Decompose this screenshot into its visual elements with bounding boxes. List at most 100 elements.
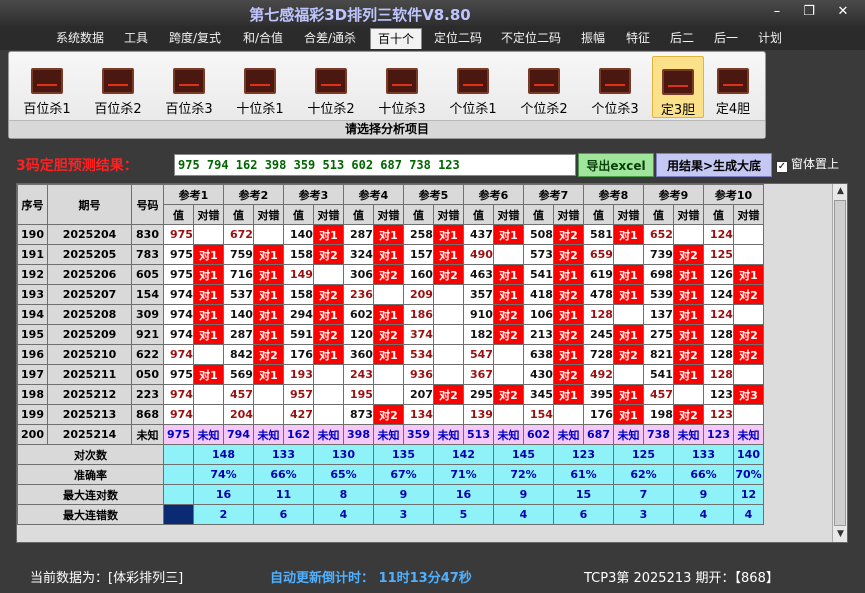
topmost-checkbox[interactable]: ✓ 窗体置上 <box>776 155 839 173</box>
predict-value[interactable]: 359 <box>403 424 434 445</box>
cell-value[interactable]: 974 <box>163 344 194 365</box>
cell-check[interactable]: 对1 <box>193 324 224 345</box>
cell-check[interactable] <box>733 224 764 245</box>
cell-check[interactable]: 对1 <box>613 224 644 245</box>
menu-item-tools[interactable]: 工具 <box>118 28 154 49</box>
cell-value[interactable]: 591 <box>283 324 314 345</box>
cell-check[interactable]: 对1 <box>673 284 704 305</box>
cell-value[interactable]: 374 <box>403 324 434 345</box>
cell-check[interactable]: 对1 <box>253 304 284 325</box>
cell-value[interactable]: 176 <box>283 344 314 365</box>
cell-check[interactable]: 对1 <box>553 264 584 285</box>
cell-value[interactable]: 158 <box>283 284 314 305</box>
cell-value[interactable]: 537 <box>223 284 254 305</box>
cell-check[interactable]: 对2 <box>553 224 584 245</box>
cell-value[interactable]: 140 <box>283 224 314 245</box>
table-row[interactable]: 193 2025207 154 974 对1 537 对1 158 对2 236 209 357 对1 4… <box>17 284 764 305</box>
menu-item-amplitude[interactable]: 振幅 <box>574 28 612 49</box>
menu-item-fixed-two[interactable]: 定位二码 <box>428 28 488 49</box>
cell-value[interactable]: 160 <box>403 264 434 285</box>
cell-check[interactable] <box>553 404 584 425</box>
cell-value[interactable]: 457 <box>643 384 674 405</box>
cell-value[interactable]: 287 <box>223 324 254 345</box>
cell-value[interactable]: 123 <box>703 384 734 405</box>
cell-value[interactable]: 974 <box>163 404 194 425</box>
cell-value[interactable]: 573 <box>523 244 554 265</box>
cell-value[interactable]: 936 <box>403 364 434 385</box>
table-row[interactable]: 199 2025213 868 974 204 427 873 对2 134 139 154 176 对… <box>17 404 764 425</box>
cell-value[interactable]: 295 <box>463 384 494 405</box>
cell-value[interactable]: 430 <box>523 364 554 385</box>
cell-value[interactable]: 547 <box>463 344 494 365</box>
cell-value[interactable]: 534 <box>403 344 434 365</box>
ribbon-button-hundreds-kill-1[interactable]: 百位杀1 <box>13 56 81 118</box>
cell-check[interactable]: 对1 <box>553 304 584 325</box>
cell-check[interactable]: 对2 <box>313 284 344 305</box>
cell-check[interactable] <box>253 224 284 245</box>
cell-value[interactable]: 437 <box>463 224 494 245</box>
cell-check[interactable] <box>373 284 404 305</box>
cell-check[interactable]: 对2 <box>733 284 764 305</box>
menu-item-unfixed-two[interactable]: 不定位二码 <box>496 28 566 49</box>
table-row[interactable]: 191 2025205 783 975 对1 759 对1 158 对2 324 对1 157 对1 49… <box>17 244 764 265</box>
cell-value[interactable]: 367 <box>463 364 494 385</box>
predict-value[interactable]: 513 <box>463 424 494 445</box>
menu-item-span[interactable]: 跨度/复式 <box>162 28 228 49</box>
cell-check[interactable]: 对2 <box>673 404 704 425</box>
ribbon-button-tens-kill-2[interactable]: 十位杀2 <box>297 56 365 118</box>
cell-check[interactable]: 对1 <box>373 244 404 265</box>
cell-check[interactable]: 对2 <box>493 324 524 345</box>
ribbon-button-hundreds-kill-2[interactable]: 百位杀2 <box>84 56 152 118</box>
ribbon-button-fixed-4[interactable]: 定4胆 <box>707 56 759 118</box>
cell-check[interactable]: 对2 <box>373 404 404 425</box>
cell-check[interactable]: 对2 <box>613 344 644 365</box>
predict-check[interactable]: 未知 <box>493 424 524 445</box>
cell-check[interactable]: 对2 <box>673 344 704 365</box>
cell-value[interactable]: 236 <box>343 284 374 305</box>
cell-value[interactable]: 739 <box>643 244 674 265</box>
cell-check[interactable]: 对1 <box>673 304 704 325</box>
cell-value[interactable]: 619 <box>583 264 614 285</box>
cell-check[interactable]: 对1 <box>493 224 524 245</box>
cell-value[interactable]: 418 <box>523 284 554 305</box>
cell-value[interactable]: 209 <box>403 284 434 305</box>
cell-check[interactable]: 对2 <box>493 384 524 405</box>
predict-value[interactable]: 162 <box>283 424 314 445</box>
cell-value[interactable]: 128 <box>703 364 734 385</box>
table-row[interactable]: 194 2025208 309 974 对1 140 对1 294 对1 602 对1 186 910 对… <box>17 304 764 325</box>
cell-check[interactable] <box>433 404 464 425</box>
cell-check[interactable] <box>433 284 464 305</box>
cell-value[interactable]: 287 <box>343 224 374 245</box>
cell-value[interactable]: 652 <box>643 224 674 245</box>
cell-value[interactable]: 910 <box>463 304 494 325</box>
cell-value[interactable]: 258 <box>403 224 434 245</box>
cell-value[interactable]: 975 <box>163 244 194 265</box>
ribbon-button-tens-kill-3[interactable]: 十位杀3 <box>368 56 436 118</box>
minimize-button[interactable]: – <box>764 3 790 21</box>
cell-check[interactable]: 对1 <box>433 224 464 245</box>
cell-check[interactable] <box>433 324 464 345</box>
cell-value[interactable]: 124 <box>703 224 734 245</box>
cell-value[interactable]: 193 <box>283 364 314 385</box>
cell-check[interactable]: 对1 <box>733 264 764 285</box>
predict-value[interactable]: 794 <box>223 424 254 445</box>
cell-check[interactable] <box>313 384 344 405</box>
cell-value[interactable]: 759 <box>223 244 254 265</box>
table-row[interactable]: 198 2025212 223 974 457 957 195 207 对2 295 对2 345 对1… <box>17 384 764 405</box>
cell-value[interactable]: 120 <box>343 324 374 345</box>
predict-check[interactable]: 未知 <box>193 424 224 445</box>
cell-value[interactable]: 569 <box>223 364 254 385</box>
ribbon-button-hundreds-kill-3[interactable]: 百位杀3 <box>155 56 223 118</box>
menu-item-last-two[interactable]: 后二 <box>664 28 700 49</box>
cell-check[interactable] <box>493 244 524 265</box>
predict-check[interactable]: 未知 <box>373 424 404 445</box>
cell-value[interactable]: 974 <box>163 384 194 405</box>
cell-value[interactable]: 672 <box>223 224 254 245</box>
cell-check[interactable] <box>433 364 464 385</box>
cell-value[interactable]: 492 <box>583 364 614 385</box>
table-row[interactable]: 196 2025210 622 974 842 对2 176 对1 360 对1 534 547 638… <box>17 344 764 365</box>
table-row[interactable]: 192 2025206 605 975 对1 716 对1 149 306 对2 160 对2 463 对… <box>17 264 764 285</box>
cell-check[interactable]: 对2 <box>313 244 344 265</box>
cell-check[interactable]: 对1 <box>493 264 524 285</box>
cell-value[interactable]: 139 <box>463 404 494 425</box>
